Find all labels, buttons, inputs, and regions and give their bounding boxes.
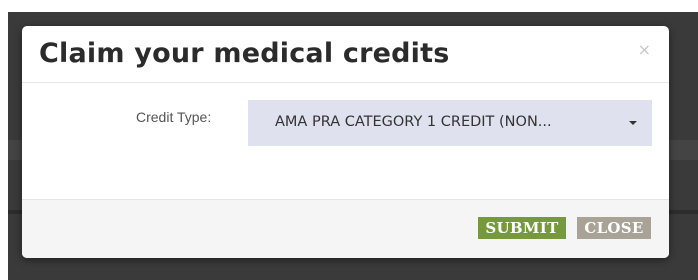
caret-down-icon [629,121,637,125]
close-icon[interactable]: × [638,40,651,59]
modal-title: Claim your medical credits [39,38,450,69]
credit-type-selected-value: AMA PRA CATEGORY 1 CREDIT (NON... [275,114,552,130]
modal-footer: SUBMIT CLOSE [22,199,669,258]
credit-type-label: Credit Type: [136,109,212,125]
submit-button[interactable]: SUBMIT [478,217,566,239]
modal-header: Claim your medical credits × [22,26,669,83]
modal-body: Credit Type: AMA PRA CATEGORY 1 CREDIT (… [22,83,669,201]
claim-credits-modal: Claim your medical credits × Credit Type… [22,26,669,258]
credit-type-select[interactable]: AMA PRA CATEGORY 1 CREDIT (NON... [248,100,652,146]
close-button[interactable]: CLOSE [577,217,651,239]
